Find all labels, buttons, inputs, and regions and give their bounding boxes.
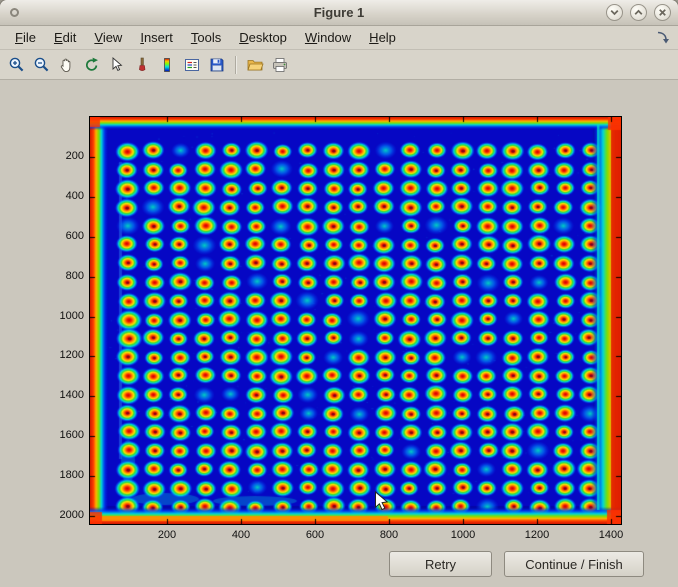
brush-icon — [133, 56, 151, 74]
print-button[interactable] — [268, 53, 292, 77]
window-title: Figure 1 — [0, 0, 678, 25]
close-icon — [657, 7, 668, 18]
close-button[interactable] — [654, 4, 671, 21]
brush-button[interactable] — [130, 53, 154, 77]
print-icon — [271, 56, 289, 74]
menu-desktop[interactable]: Desktop — [230, 27, 296, 48]
x-tick-label: 800 — [369, 529, 409, 541]
titlebar[interactable]: Figure 1 — [0, 0, 678, 26]
figure-image[interactable] — [90, 117, 621, 524]
maximize-button[interactable] — [630, 4, 647, 21]
dock-figure-button[interactable] — [655, 30, 670, 45]
toolbar-separator — [235, 56, 237, 74]
zoom-out-icon — [33, 56, 51, 74]
y-tick-label: 1400 — [36, 389, 84, 401]
save-icon — [208, 56, 226, 74]
x-tick-label: 200 — [147, 529, 187, 541]
y-tick-label: 600 — [36, 230, 84, 242]
menu-help[interactable]: Help — [360, 27, 405, 48]
x-tick-label: 1200 — [517, 529, 557, 541]
y-tick-label: 1200 — [36, 349, 84, 361]
continue-finish-button[interactable]: Continue / Finish — [504, 551, 644, 577]
insert-legend-button[interactable] — [180, 53, 204, 77]
save-button[interactable] — [205, 53, 229, 77]
y-tick-label: 2000 — [36, 509, 84, 521]
zoom-in-button[interactable] — [5, 53, 29, 77]
y-tick-label: 1600 — [36, 429, 84, 441]
menu-file[interactable]: File — [6, 27, 45, 48]
x-tick-label: 1400 — [591, 529, 631, 541]
pan-button[interactable] — [55, 53, 79, 77]
menu-window[interactable]: Window — [296, 27, 360, 48]
data-cursor-button[interactable] — [105, 53, 129, 77]
menu-tools[interactable]: Tools — [182, 27, 230, 48]
y-tick-label: 200 — [36, 150, 84, 162]
menu-view[interactable]: View — [85, 27, 131, 48]
y-tick-label: 800 — [36, 270, 84, 282]
colorbar-button[interactable] — [155, 53, 179, 77]
dock-arrow-icon — [655, 30, 670, 45]
window-controls — [606, 4, 671, 21]
hand-icon — [58, 56, 76, 74]
colorbar-icon — [158, 56, 176, 74]
y-tick-label: 1800 — [36, 469, 84, 481]
rotate-3d-icon — [83, 56, 101, 74]
shade-button[interactable] — [606, 4, 623, 21]
y-tick-label: 1000 — [36, 310, 84, 322]
axes — [89, 116, 622, 525]
chevron-up-icon — [633, 7, 644, 18]
open-button[interactable] — [243, 53, 267, 77]
legend-icon — [183, 56, 201, 74]
menu-edit[interactable]: Edit — [45, 27, 85, 48]
data-cursor-icon — [108, 56, 126, 74]
menubar: File Edit View Insert Tools Desktop Wind… — [0, 26, 678, 50]
menu-insert[interactable]: Insert — [131, 27, 182, 48]
x-tick-label: 1000 — [443, 529, 483, 541]
rotate-3d-button[interactable] — [80, 53, 104, 77]
open-folder-icon — [246, 56, 264, 74]
x-tick-label: 400 — [221, 529, 261, 541]
content-area: Retry Continue / Finish 200 400 600 800 1000… — [0, 80, 678, 587]
toolbar — [0, 50, 678, 80]
zoom-out-button[interactable] — [30, 53, 54, 77]
x-tick-label: 600 — [295, 529, 335, 541]
figure-window: Figure 1 File Edit View Insert Tools Des… — [0, 0, 678, 587]
chevron-down-icon — [609, 7, 620, 18]
retry-button[interactable]: Retry — [389, 551, 492, 577]
zoom-in-icon — [8, 56, 26, 74]
y-tick-label: 400 — [36, 190, 84, 202]
